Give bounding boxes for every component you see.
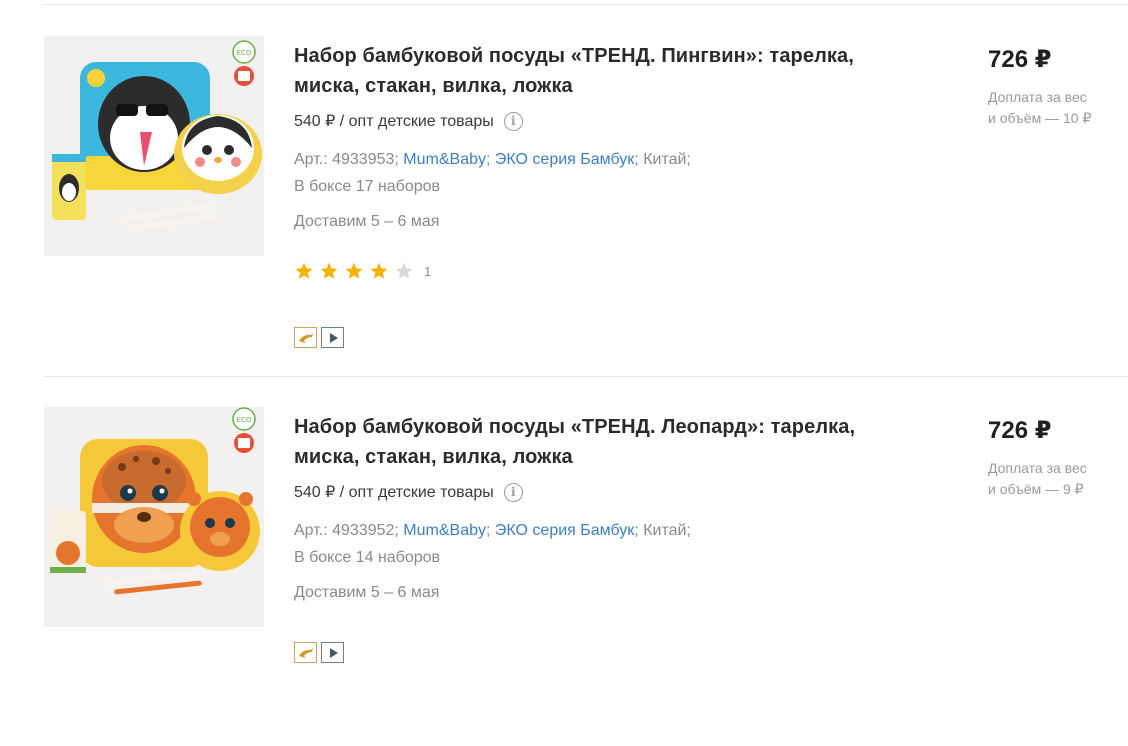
- surcharge-line-2: и объём — 10 ₽: [988, 110, 1092, 126]
- dolphin-badge[interactable]: [294, 327, 317, 348]
- box-quantity: В боксе 17 наборов: [294, 178, 441, 195]
- wholesale-price-text: 540 ₽ / опт детские товары: [294, 113, 494, 130]
- surcharge-note: Доплата за вес и объём — 9 ₽: [988, 458, 1118, 500]
- product-badges: [294, 327, 344, 348]
- product-price: 726 ₽: [988, 417, 1052, 444]
- surcharge-line-1: Доплата за вес: [988, 460, 1087, 476]
- wholesale-price-text: 540 ₽ / опт детские товары: [294, 484, 494, 501]
- rating[interactable]: 1: [294, 261, 431, 281]
- star-icon: [370, 262, 388, 279]
- delivery-date: Доставим 5 – 6 мая: [294, 213, 440, 230]
- star-icon: [320, 262, 338, 279]
- product-image-leopard[interactable]: ECO: [44, 407, 264, 627]
- dolphin-icon: [298, 332, 313, 343]
- series-link[interactable]: ЭКО серия Бамбук: [495, 522, 634, 539]
- info-icon[interactable]: i: [503, 111, 523, 131]
- brand-link[interactable]: Mum&Baby: [403, 151, 486, 168]
- video-badge[interactable]: [321, 642, 344, 663]
- star-empty-icon: [395, 262, 413, 279]
- series-link[interactable]: ЭКО серия Бамбук: [495, 151, 634, 168]
- star-icon: [345, 262, 363, 279]
- star-icon: [295, 262, 313, 279]
- product-meta: Арт.: 4933953; Mum&Baby; ЭКО серия Бамбу…: [294, 146, 894, 200]
- surcharge-line-1: Доплата за вес: [988, 89, 1087, 105]
- delivery-date: Доставим 5 – 6 мая: [294, 584, 440, 601]
- article-number: Арт.: 4933952;: [294, 522, 404, 539]
- product-image-penguin[interactable]: ECO: [44, 36, 264, 256]
- product-price: 726 ₽: [988, 46, 1052, 73]
- brand-link[interactable]: Mum&Baby: [403, 522, 486, 539]
- svg-text:ECO: ECO: [237, 416, 252, 424]
- rating-count[interactable]: 1: [424, 264, 431, 279]
- video-badge[interactable]: [321, 327, 344, 348]
- product-title[interactable]: Набор бамбуковой посуды «ТРЕНД. Леопард»…: [294, 412, 894, 472]
- surcharge-line-2: и объём — 9 ₽: [988, 481, 1084, 497]
- country-text: ; Китай;: [634, 151, 691, 168]
- meta-separator: ;: [486, 522, 495, 539]
- product-meta: Арт.: 4933952; Mum&Baby; ЭКО серия Бамбу…: [294, 517, 894, 571]
- meta-separator: ;: [486, 151, 495, 168]
- box-quantity: В боксе 14 наборов: [294, 549, 441, 566]
- product-card: ECO Набор бамбуковой посуды «ТРЕНД. Пинг…: [0, 5, 1128, 375]
- dolphin-badge[interactable]: [294, 642, 317, 663]
- product-card: ECO Набор бамбуковой посуды «ТРЕНД. Леоп…: [0, 376, 1128, 746]
- wholesale-price: 540 ₽ / опт детские товары i: [294, 482, 523, 502]
- svg-text:ECO: ECO: [237, 49, 252, 57]
- surcharge-note: Доплата за вес и объём — 10 ₽: [988, 87, 1118, 129]
- article-number: Арт.: 4933953;: [294, 151, 404, 168]
- product-badges: [294, 642, 344, 663]
- wholesale-price: 540 ₽ / опт детские товары i: [294, 111, 523, 131]
- product-title[interactable]: Набор бамбуковой посуды «ТРЕНД. Пингвин»…: [294, 41, 894, 101]
- info-icon[interactable]: i: [503, 482, 523, 502]
- country-text: ; Китай;: [634, 522, 691, 539]
- play-icon: [329, 332, 338, 343]
